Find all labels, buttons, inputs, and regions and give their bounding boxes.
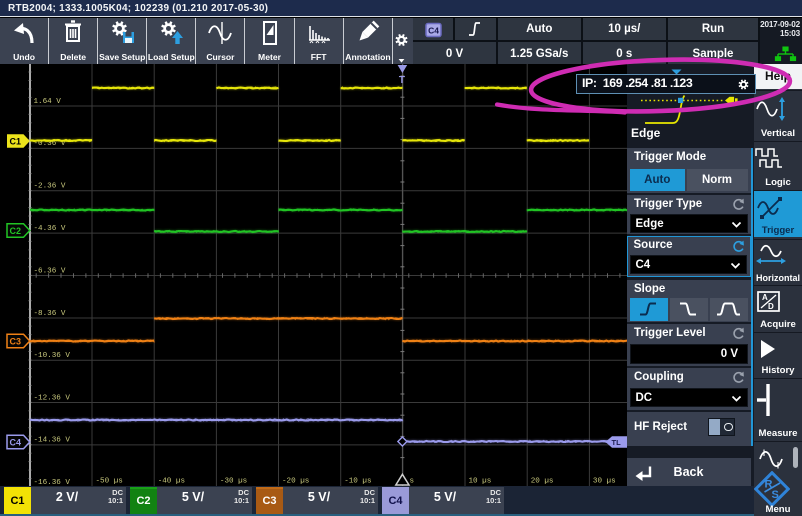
svg-text:C3: C3 (10, 337, 22, 347)
svg-text:A: A (762, 293, 768, 302)
svg-text:20 µs: 20 µs (531, 478, 554, 486)
svg-text:-10.36 V: -10.36 V (34, 352, 71, 360)
svg-text:D: D (768, 302, 774, 311)
svg-text:-10 µs: -10 µs (344, 478, 371, 486)
svg-text:-2.36 V: -2.36 V (34, 183, 66, 191)
svg-text:C2: C2 (10, 226, 22, 236)
svg-text:S: S (772, 489, 779, 501)
svg-text:30 µs: 30 µs (593, 478, 616, 486)
svg-text:T: T (399, 75, 405, 86)
svg-text:-6.36 V: -6.36 V (34, 267, 66, 275)
svg-text:10 µs: 10 µs (469, 478, 492, 486)
svg-text:C4: C4 (10, 438, 22, 448)
svg-text:-4.36 V: -4.36 V (34, 225, 66, 233)
svg-text:-16.36 V: -16.36 V (34, 479, 71, 486)
svg-text:C1: C1 (10, 137, 22, 147)
svg-text:-20 µs: -20 µs (282, 478, 309, 486)
svg-text:C4: C4 (428, 26, 439, 36)
svg-text:-12.36 V: -12.36 V (34, 394, 71, 402)
svg-text:TL: TL (612, 438, 622, 447)
svg-text:-40 µs: -40 µs (158, 478, 185, 486)
svg-text:1.64 V: 1.64 V (34, 98, 62, 106)
svg-text:-8.36 V: -8.36 V (34, 310, 66, 318)
svg-text:-14.36 V: -14.36 V (34, 437, 71, 445)
svg-text:-50 µs: -50 µs (96, 478, 123, 486)
svg-text:s: s (410, 478, 415, 486)
svg-text:-30 µs: -30 µs (220, 478, 247, 486)
